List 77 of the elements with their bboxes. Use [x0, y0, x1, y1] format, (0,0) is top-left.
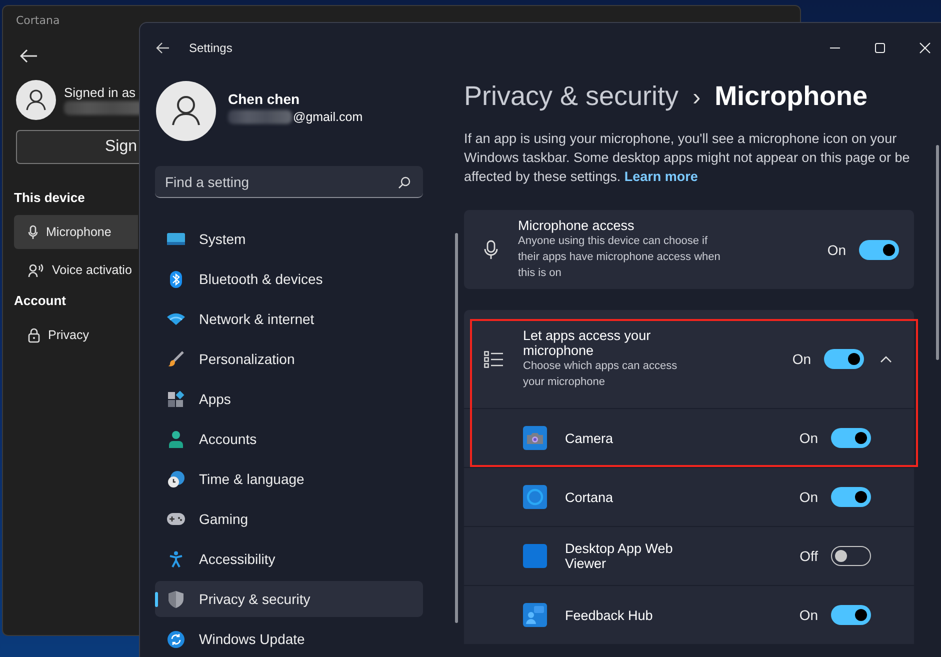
user-email: @gmail.com	[293, 110, 363, 124]
toggle-switch[interactable]	[831, 428, 871, 448]
nav-item[interactable]: Accounts	[155, 421, 423, 457]
app-name: Feedback Hub	[565, 608, 654, 622]
search-icon	[398, 176, 411, 189]
section-heading: Account	[14, 293, 67, 308]
close-icon[interactable]	[919, 42, 931, 54]
toggle-state-label: On	[799, 489, 818, 505]
voice-icon	[28, 262, 44, 278]
toggle-state-label: On	[792, 351, 811, 367]
feedback-app-icon	[523, 603, 547, 627]
nav-item[interactable]: Privacy	[14, 318, 138, 352]
section-heading: This device	[14, 190, 86, 205]
nav-item[interactable]: System	[155, 221, 423, 257]
setting-description: Choose which apps can access your microphone	[523, 359, 678, 390]
toggle-state-label: On	[827, 242, 846, 258]
person-icon	[166, 430, 186, 448]
scrollbar[interactable]	[455, 233, 458, 623]
app-name: Desktop App Web Viewer	[565, 541, 674, 571]
account-label: Signed in as	[64, 85, 137, 100]
nav-item[interactable]: Accessibility	[155, 541, 423, 577]
user-name: Chen chen	[228, 90, 301, 106]
setting-description: Anyone using this device can choose if their apps have microphone access when this is on	[518, 234, 722, 281]
breadcrumb-link[interactable]: Privacy & security	[464, 81, 679, 112]
app-tile-icon	[523, 544, 547, 568]
back-arrow-icon[interactable]	[20, 49, 38, 63]
chevron-icon[interactable]	[880, 356, 892, 362]
toggle-switch[interactable]	[831, 546, 871, 566]
microphone-icon	[484, 240, 498, 260]
ring-app-icon	[523, 485, 547, 509]
paintbrush-icon	[166, 351, 186, 367]
toggle-switch[interactable]	[859, 240, 899, 260]
toggle-state-label: On	[799, 607, 818, 623]
wifi-icon	[166, 313, 186, 325]
monitor-icon	[166, 232, 186, 246]
setting-title: Let apps access your microphone	[523, 328, 652, 358]
microphone-icon	[28, 224, 38, 240]
list-icon	[484, 350, 503, 368]
nav-item[interactable]: Bluetooth & devices	[155, 261, 423, 297]
nav-item[interactable]: Gaming	[155, 501, 423, 537]
camera-app-icon	[523, 426, 547, 450]
nav-item[interactable]: Privacy & security	[155, 581, 423, 617]
gamepad-icon	[166, 513, 186, 525]
maximize-icon[interactable]	[874, 42, 886, 54]
avatar-icon	[156, 81, 216, 141]
update-icon	[166, 630, 186, 648]
nav-item[interactable]: Microphone	[14, 215, 138, 249]
toggle-state-label: Off	[800, 548, 818, 564]
shield-icon	[166, 590, 186, 608]
search-field[interactable]: Find a setting	[155, 166, 423, 198]
lock-icon	[28, 328, 40, 342]
page-title: Microphone	[714, 81, 868, 112]
window-title: Settings	[189, 41, 232, 55]
nav-item[interactable]: Time & language	[155, 461, 423, 497]
app-name: Cortana	[565, 490, 614, 504]
nav-item[interactable]: Windows Update	[155, 621, 423, 657]
nav-item[interactable]: Voice activatio	[14, 253, 138, 287]
sign-in-button[interactable]: Sign	[16, 130, 139, 164]
toggle-switch[interactable]	[831, 487, 871, 507]
globe-clock-icon	[166, 470, 186, 488]
window-title: Cortana	[16, 14, 61, 27]
apps-icon	[166, 391, 186, 407]
redaction-blur	[228, 110, 292, 124]
nav-item[interactable]: Network & internet	[155, 301, 423, 337]
app-name: Camera	[565, 430, 614, 446]
avatar-icon	[16, 80, 56, 120]
setting-title: Microphone access	[518, 218, 636, 233]
learn-more-link[interactable]: Learn more	[624, 169, 698, 184]
nav-item[interactable]: Apps	[155, 381, 423, 417]
toggle-state-label: On	[799, 430, 818, 446]
toggle-switch[interactable]	[824, 349, 864, 369]
scrollbar[interactable]	[936, 145, 939, 360]
back-arrow-icon[interactable]	[156, 42, 170, 54]
nav-item[interactable]: Personalization	[155, 341, 423, 377]
page-description: If an app is using your microphone, you'll see a microphone icon on your Windows taskbar. Some desktop apps might not appear on this page or be affected by these settings. Learn more	[464, 130, 911, 186]
breadcrumb-separator: ›	[692, 84, 701, 112]
toggle-switch[interactable]	[831, 605, 871, 625]
